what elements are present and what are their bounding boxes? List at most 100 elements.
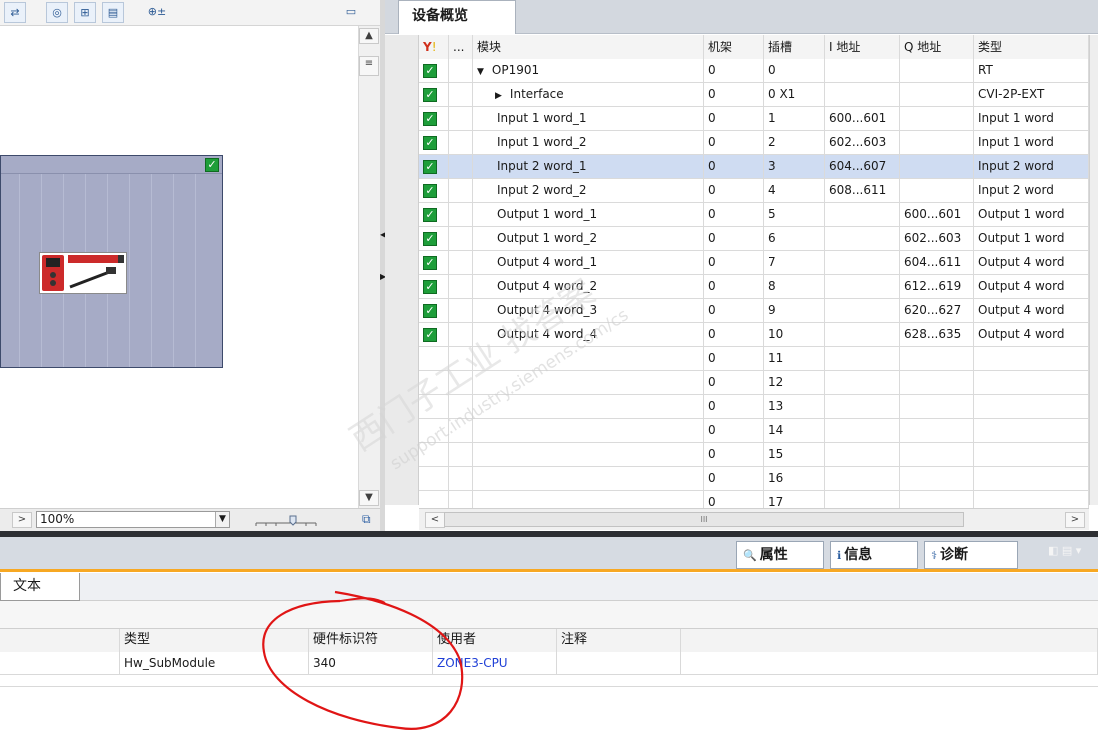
device-view-vscrollbar[interactable]: ▲ ≡ ▼ <box>358 26 380 508</box>
status-empty <box>419 467 449 491</box>
overview-vscrollbar[interactable] <box>1089 35 1098 505</box>
table-row[interactable]: 0 13 <box>419 395 1089 419</box>
table-row[interactable]: 0 14 <box>419 419 1089 443</box>
status-check-icon: ✓ <box>419 251 449 275</box>
table-row[interactable]: ✓ Output 4 word_1 0 7 604...611 Output 4 word <box>419 251 1089 275</box>
properties-column-header[interactable]: 硬件标识符 <box>309 629 433 652</box>
table-row[interactable]: ✓ Output 4 word_3 0 9 620...627 Output 4 word <box>419 299 1089 323</box>
table-row[interactable]: ✓ Output 1 word_2 0 6 602...603 Output 1 word <box>419 227 1089 251</box>
table-row[interactable]: ✓ Output 1 word_1 0 5 600...601 Output 1 word <box>419 203 1089 227</box>
i-address-cell: 604...607 <box>825 155 900 179</box>
tab-info[interactable]: ℹ 信息 <box>830 541 918 569</box>
table-row[interactable]: ✓ ▼ OP1901 0 0 RT <box>419 59 1089 83</box>
i-address-cell <box>825 227 900 251</box>
scroll-right-icon[interactable]: > <box>1065 512 1085 528</box>
zoom-dropdown-arrow-icon[interactable]: ▼ <box>215 512 229 527</box>
table-row[interactable]: 0 11 <box>419 347 1089 371</box>
table-row[interactable]: ✓ Input 2 word_1 0 3 604...607 Input 2 word <box>419 155 1089 179</box>
row-spacer <box>449 395 473 419</box>
table-row[interactable]: 0 15 <box>419 443 1089 467</box>
filter-icon[interactable]: Y! <box>419 35 449 59</box>
tab-diagnostics[interactable]: ⚕ 诊断 <box>924 541 1018 569</box>
module-name-cell: Input 2 word_1 <box>473 155 704 179</box>
grid-icon[interactable]: ⊞ <box>74 2 96 23</box>
device-rack[interactable]: ✓ <box>0 155 223 368</box>
slot-cell: 11 <box>764 347 825 371</box>
row-spacer <box>449 59 473 83</box>
module-name-cell: Input 1 word_2 <box>473 131 704 155</box>
module-name-cell: Output 4 word_2 <box>473 275 704 299</box>
user-link[interactable]: ZONE3-CPU <box>433 652 557 675</box>
slot-cell: 5 <box>764 203 825 227</box>
zoom-in-icon[interactable]: ⊕± <box>138 2 176 23</box>
device-module-image[interactable] <box>39 252 127 294</box>
tab-text[interactable]: 文本 <box>0 573 80 601</box>
column-header-0[interactable]: 模块 <box>473 35 704 59</box>
status-check-icon: ✓ <box>419 179 449 203</box>
row-spacer <box>449 419 473 443</box>
status-check-icon: ✓ <box>419 83 449 107</box>
scroll-left-icon[interactable]: < <box>425 512 445 528</box>
table-row[interactable]: ✓ Input 2 word_2 0 4 608...611 Input 2 word <box>419 179 1089 203</box>
type-cell: Input 1 word <box>974 107 1089 131</box>
properties-column-header[interactable]: 注释 <box>557 629 681 652</box>
type-cell: Input 2 word <box>974 179 1089 203</box>
show-address-icon[interactable]: ◎ <box>46 2 68 23</box>
module-name-cell <box>473 371 704 395</box>
scroll-right-button[interactable]: > <box>12 512 32 528</box>
zoom-slider[interactable] <box>254 514 318 528</box>
column-header-2[interactable]: 插槽 <box>764 35 825 59</box>
type-cell: Output 4 word <box>974 275 1089 299</box>
fit-view-icon[interactable]: ⧉ <box>362 512 376 527</box>
module-name-cell: Output 1 word_1 <box>473 203 704 227</box>
slot-cell: 6 <box>764 227 825 251</box>
status-empty <box>419 371 449 395</box>
module-name-cell: Input 2 word_2 <box>473 179 704 203</box>
module-name-cell: ▶ Interface <box>473 83 704 107</box>
zoom-combo[interactable]: 100% <box>36 511 230 528</box>
hscroll-thumb[interactable]: III <box>444 512 964 527</box>
properties-column-header[interactable]: 类型 <box>120 629 309 652</box>
q-address-cell <box>900 107 974 131</box>
table-row[interactable]: ✓ ▶ Interface 0 0 X1 CVI-2P-EXT <box>419 83 1089 107</box>
scroll-up-icon[interactable]: ▲ <box>359 28 379 44</box>
table-row[interactable]: ✓ Output 4 word_4 0 10 628...635 Output 4 wor… <box>419 323 1089 347</box>
type-cell <box>974 467 1089 491</box>
table-view-icon[interactable]: ▤ <box>102 2 124 23</box>
check-icon: ✓ <box>423 160 437 174</box>
table-row[interactable]: 0 16 <box>419 467 1089 491</box>
q-address-cell <box>900 395 974 419</box>
table-row[interactable]: ✓ Input 1 word_1 0 1 600...601 Input 1 word <box>419 107 1089 131</box>
type-cell: Output 4 word <box>974 299 1089 323</box>
type-cell <box>974 347 1089 371</box>
expand-arrow-icon[interactable]: ▼ <box>477 67 484 77</box>
q-address-cell <box>900 467 974 491</box>
row-spacer <box>449 155 473 179</box>
table-row[interactable]: ✓ Output 4 word_2 0 8 612...619 Output 4 word <box>419 275 1089 299</box>
column-header-4[interactable]: Q 地址 <box>900 35 974 59</box>
table-row[interactable]: ✓ Input 1 word_2 0 2 602...603 Input 1 word <box>419 131 1089 155</box>
properties-column-header[interactable]: 使用者 <box>433 629 557 652</box>
device-name-icon[interactable]: ⇄ <box>4 2 26 23</box>
type-cell <box>974 419 1089 443</box>
module-name: Input 1 word_2 <box>497 135 587 149</box>
tab-label: 属性 <box>759 547 788 563</box>
table-row[interactable]: 0 12 <box>419 371 1089 395</box>
row-spacer <box>449 107 473 131</box>
table-row[interactable]: Hw_SubModule 340 ZONE3-CPU <box>0 652 1098 675</box>
status-check-icon: ✓ <box>419 203 449 227</box>
slot-cell: 8 <box>764 275 825 299</box>
column-header-1[interactable]: 机架 <box>704 35 764 59</box>
tab-device-overview[interactable]: 设备概览 <box>398 0 516 34</box>
scroll-thumb[interactable]: ≡ <box>359 56 379 76</box>
slot-cell: 16 <box>764 467 825 491</box>
window-controls-icon[interactable]: ◧ ▤ ▾ <box>1048 544 1098 560</box>
overview-toggle-icon[interactable]: ▭ <box>340 2 362 23</box>
rack-cell: 0 <box>704 251 764 275</box>
slot-cell: 13 <box>764 395 825 419</box>
collapsed-arrow-icon[interactable]: ▶ <box>495 91 502 101</box>
tab-properties[interactable]: 🔍 属性 <box>736 541 824 569</box>
column-header-5[interactable]: 类型 <box>974 35 1089 59</box>
scroll-down-icon[interactable]: ▼ <box>359 490 379 506</box>
column-header-3[interactable]: I 地址 <box>825 35 900 59</box>
